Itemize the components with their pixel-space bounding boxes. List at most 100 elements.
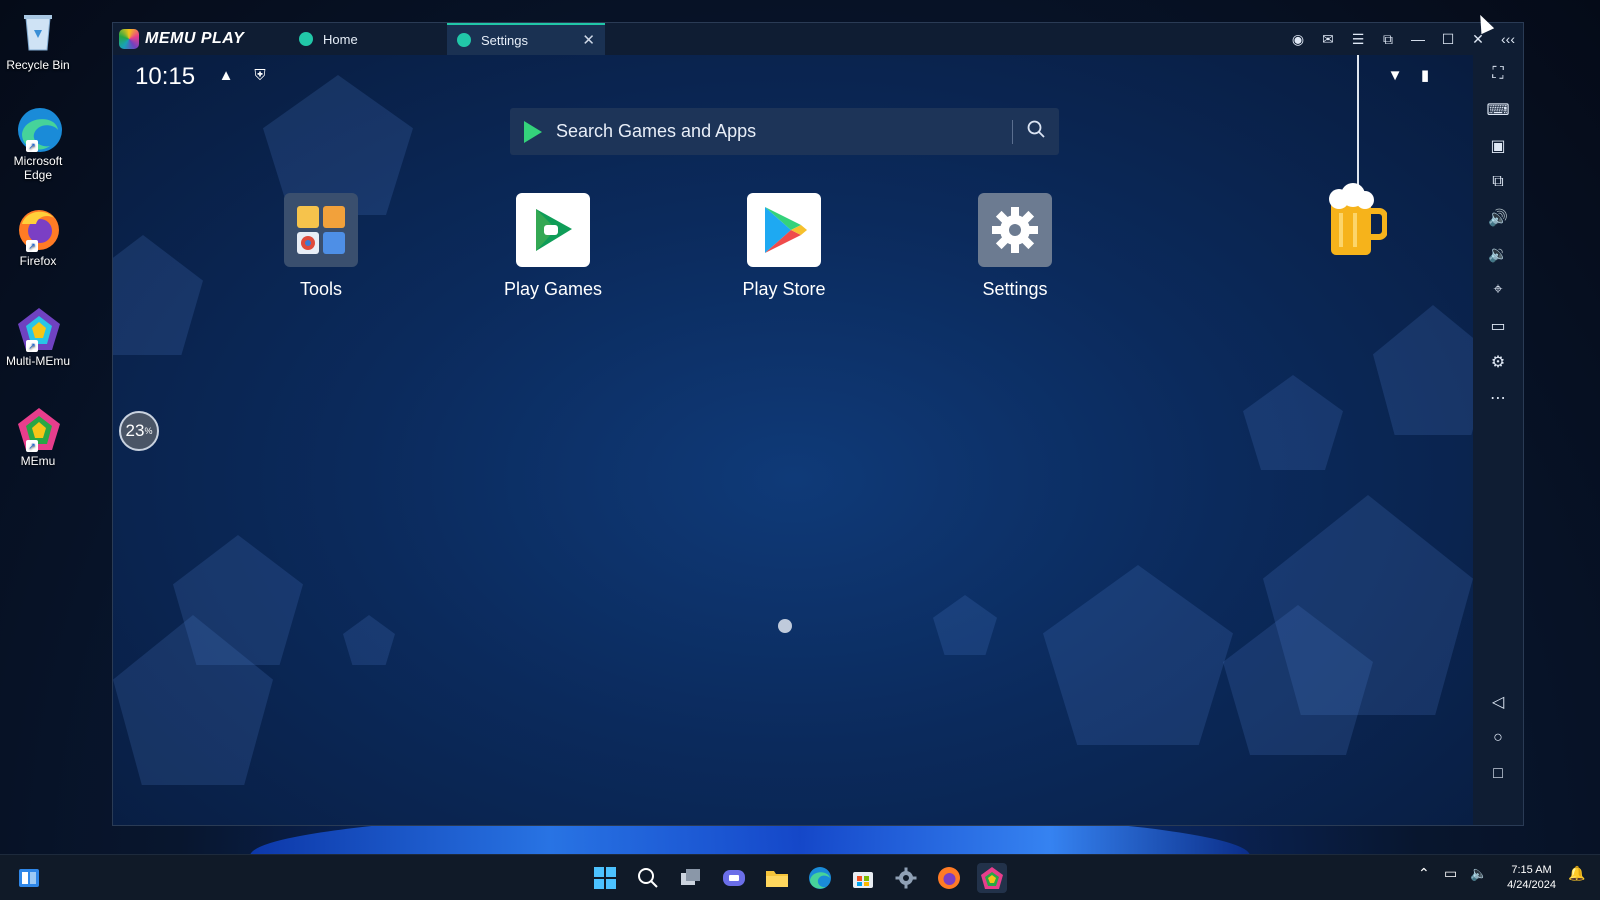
app-play-games[interactable]: Play Games	[483, 193, 623, 300]
display-icon[interactable]: ▭	[1444, 865, 1457, 882]
desktop-icon-label: Recycle Bin	[6, 58, 70, 72]
tools-folder-icon	[284, 193, 358, 267]
task-view-icon[interactable]	[676, 863, 706, 893]
mail-icon[interactable]: ✉	[1313, 23, 1343, 55]
background-shape	[343, 615, 395, 665]
system-clock[interactable]: 7:15 AM 4/24/2024	[1507, 863, 1556, 893]
screen-cast-icon[interactable]: ⧉	[1373, 23, 1403, 55]
collapse-sidebar-icon[interactable]: ‹‹‹	[1493, 23, 1523, 55]
search-icon[interactable]	[1013, 120, 1059, 143]
desktop-icon-recycle-bin[interactable]: Recycle Bin	[2, 10, 74, 72]
emulator-titlebar: MEMU PLAY Home Settings ✕ ◉ ✉ ☰ ⧉ — ☐ ✕ …	[113, 23, 1523, 55]
edge-taskbar-icon[interactable]	[805, 863, 835, 893]
recents-icon[interactable]: □	[1483, 759, 1513, 789]
home-icon[interactable]: ○	[1483, 723, 1513, 753]
desktop-icon-firefox[interactable]: ↗ Firefox	[2, 206, 74, 268]
desktop-icon-label: Multi-MEmu	[5, 354, 70, 368]
more-options-icon[interactable]: ⋯	[1483, 383, 1513, 413]
clock-time: 7:15 AM	[1511, 864, 1552, 876]
volume-up-icon[interactable]: 🔊	[1483, 203, 1513, 233]
memu-logo-icon	[119, 29, 139, 49]
volume-muted-icon[interactable]: 🔈	[1470, 865, 1487, 882]
play-store-search-icon	[524, 120, 542, 143]
close-tab-icon[interactable]: ✕	[582, 31, 595, 49]
beer-string	[1357, 55, 1359, 185]
notification-a-icon: ▲	[218, 67, 234, 84]
settings-icon[interactable]: ⚙	[1483, 347, 1513, 377]
folder-icon[interactable]: ▭	[1483, 311, 1513, 341]
background-shape	[1243, 375, 1343, 470]
tab-label: Settings	[481, 32, 528, 48]
tab-label: Home	[323, 31, 358, 47]
wifi-icon: ▼	[1387, 67, 1403, 84]
tab-home[interactable]: Home	[289, 23, 447, 55]
volume-down-icon[interactable]: 🔉	[1483, 239, 1513, 269]
multi-memu-icon: ↗	[16, 306, 60, 352]
settings-taskbar-icon[interactable]	[891, 863, 921, 893]
home-tab-icon	[299, 32, 313, 46]
background-shape	[933, 595, 997, 655]
edge-icon: ↗	[16, 106, 62, 152]
performance-value: 23	[125, 421, 145, 440]
brand-name: MEMU PLAY	[145, 30, 245, 47]
desktop-icon-label: Firefox	[19, 254, 57, 268]
apk-install-icon[interactable]: ▣	[1483, 131, 1513, 161]
beer-mug-icon[interactable]	[1325, 183, 1388, 259]
search-bar[interactable]: Search Games and Apps	[510, 108, 1059, 155]
location-icon[interactable]: ⌖	[1483, 275, 1513, 305]
menu-icon[interactable]: ☰	[1343, 23, 1373, 55]
background-shape	[1043, 565, 1233, 745]
account-icon[interactable]: ◉	[1283, 23, 1313, 55]
app-play-store[interactable]: Play Store	[714, 193, 854, 300]
app-label: Play Games	[503, 279, 603, 299]
fullscreen-icon[interactable]: ⛶	[1483, 59, 1513, 89]
settings-tab-icon	[457, 33, 471, 47]
emulator-toolbar: ⛶ ⌨ ▣ ⧉ 🔊 🔉 ⌖ ▭ ⚙ ⋯ ◁ ○ □	[1473, 55, 1523, 825]
back-icon[interactable]: ◁	[1483, 687, 1513, 717]
desktop-icon-label: MEmu	[20, 454, 56, 468]
app-tools[interactable]: Tools	[251, 193, 391, 300]
firefox-icon: ↗	[16, 206, 60, 252]
notification-icon[interactable]: 🔔	[1568, 865, 1585, 882]
app-label: Tools	[299, 279, 343, 299]
maximize-icon[interactable]: ☐	[1433, 23, 1463, 55]
percent-sign: %	[144, 426, 153, 436]
app-label: Play Store	[742, 279, 826, 299]
background-shape	[113, 235, 203, 355]
file-explorer-icon[interactable]	[762, 863, 792, 893]
play-games-icon	[516, 193, 590, 267]
desktop-icon-label: Microsoft Edge	[13, 154, 63, 182]
firefox-taskbar-icon[interactable]	[934, 863, 964, 893]
app-settings[interactable]: Settings	[945, 193, 1085, 300]
memu-taskbar-icon[interactable]	[977, 863, 1007, 893]
tab-settings[interactable]: Settings ✕	[447, 23, 605, 55]
background-shape	[1263, 495, 1473, 715]
microsoft-store-icon[interactable]	[848, 863, 878, 893]
desktop-icon-edge[interactable]: ↗ Microsoft Edge	[2, 106, 74, 182]
start-button-icon[interactable]	[590, 863, 620, 893]
show-hidden-icons-icon[interactable]: ⌃	[1418, 865, 1430, 882]
recycle-bin-icon	[16, 10, 60, 54]
windows-taskbar: ⌃ ▭ 🔈 7:15 AM 4/24/2024 🔔	[0, 854, 1600, 900]
battery-icon: ▮	[1420, 67, 1430, 84]
clock-date: 4/24/2024	[1507, 879, 1556, 891]
performance-percent-badge[interactable]: 23%	[119, 411, 159, 451]
memu-play-logo: MEMU PLAY	[113, 29, 289, 49]
app-label: Settings	[982, 279, 1048, 299]
multi-window-icon[interactable]: ⧉	[1483, 167, 1513, 197]
shield-icon: ⛨	[254, 67, 266, 84]
minimize-icon[interactable]: —	[1403, 23, 1433, 55]
settings-gear-icon	[978, 193, 1052, 267]
memu-emulator-window: MEMU PLAY Home Settings ✕ ◉ ✉ ☰ ⧉ — ☐ ✕ …	[112, 22, 1524, 826]
search-icon[interactable]	[633, 863, 663, 893]
desktop-icon-multi-memu[interactable]: ↗ Multi-MEmu	[2, 306, 74, 368]
android-clock: 10:15	[135, 63, 196, 90]
teams-chat-icon[interactable]	[719, 863, 749, 893]
memu-icon: ↗	[16, 406, 60, 452]
widgets-icon[interactable]	[14, 863, 44, 893]
keyboard-icon[interactable]: ⌨	[1483, 95, 1513, 125]
search-placeholder: Search Games and Apps	[556, 121, 757, 141]
desktop-icon-memu[interactable]: ↗ MEmu	[2, 406, 74, 468]
page-indicator-dot[interactable]	[778, 619, 792, 633]
background-shape	[1373, 305, 1473, 435]
